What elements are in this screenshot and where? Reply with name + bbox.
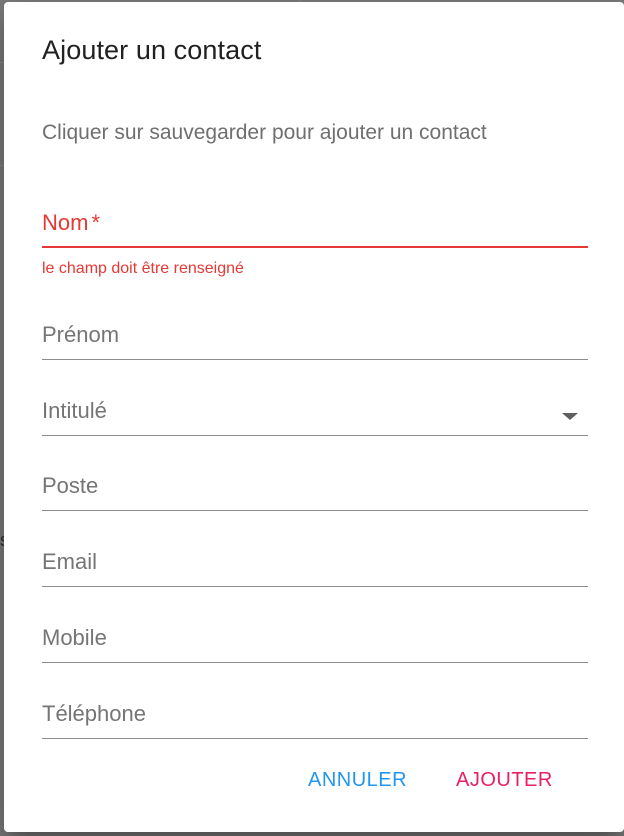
email-underline [42, 586, 588, 587]
dialog-subtitle: Cliquer sur sauvegarder pour ajouter un … [42, 121, 487, 144]
prenom-field[interactable]: Prénom [42, 320, 588, 360]
email-label: Email [42, 549, 98, 574]
required-mark: * [91, 210, 101, 235]
poste-underline [42, 510, 588, 511]
email-field[interactable]: Email [42, 547, 588, 587]
telephone-label: Téléphone [42, 701, 146, 726]
cancel-button[interactable]: ANNULER [302, 765, 413, 796]
dialog-title: Ajouter un contact [42, 35, 262, 65]
nom-error-message: le champ doit être renseigné [42, 260, 244, 277]
mobile-label: Mobile [42, 625, 107, 650]
telephone-field[interactable]: Téléphone [42, 699, 588, 739]
intitule-select[interactable]: Intitulé [42, 396, 588, 436]
poste-label: Poste [42, 473, 99, 498]
poste-field[interactable]: Poste [42, 471, 588, 511]
nom-underline [42, 246, 588, 248]
mobile-field[interactable]: Mobile [42, 623, 588, 663]
add-button[interactable]: AJOUTER [450, 765, 559, 796]
mobile-underline [42, 662, 588, 663]
nom-field[interactable]: Nom * [42, 208, 588, 248]
intitule-label: Intitulé [42, 398, 107, 423]
add-contact-dialog: Ajouter un contact Cliquer sur sauvegard… [4, 2, 624, 832]
prenom-label: Prénom [42, 322, 120, 347]
intitule-underline [42, 435, 588, 436]
nom-label: Nom * [42, 210, 101, 235]
telephone-underline [42, 738, 588, 739]
prenom-underline [42, 359, 588, 360]
dropdown-arrow-icon[interactable] [562, 413, 578, 420]
